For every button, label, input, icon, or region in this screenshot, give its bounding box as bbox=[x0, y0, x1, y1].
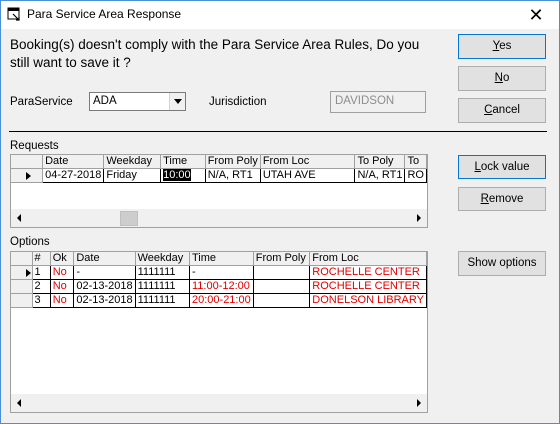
cell-weekday[interactable]: 1111111 bbox=[135, 265, 191, 280]
prompt-message: Booking(s) doesn't comply with the Para … bbox=[10, 37, 420, 70]
cell-time[interactable]: 10:00 bbox=[160, 168, 206, 183]
cell-date[interactable]: 02-13-2018 bbox=[73, 293, 136, 308]
jurisdiction-field: DAVIDSON bbox=[330, 91, 426, 113]
scroll-right-icon[interactable] bbox=[410, 395, 427, 412]
cell-ok[interactable]: No bbox=[50, 265, 75, 280]
cell-number[interactable]: 3 bbox=[32, 293, 51, 308]
no-label: o bbox=[502, 72, 510, 84]
column-header[interactable]: Time bbox=[189, 252, 254, 266]
lock-value-button[interactable]: Lock value bbox=[458, 155, 546, 179]
paraservice-label: ParaService bbox=[10, 96, 73, 108]
cell-weekday[interactable]: Friday bbox=[103, 168, 162, 183]
column-header[interactable]: To bbox=[404, 155, 427, 169]
cell-number[interactable]: 2 bbox=[32, 279, 51, 294]
scroll-right-icon[interactable] bbox=[410, 210, 427, 227]
lock-value-label: ock value bbox=[480, 161, 530, 173]
requests-header-row: Date Weekday Time From Poly From Loc To … bbox=[11, 155, 427, 169]
column-header[interactable]: From Poly bbox=[205, 155, 261, 169]
column-header[interactable]: From Loc bbox=[260, 155, 356, 169]
title-bar: Para Service Area Response ✕ bbox=[1, 1, 559, 29]
column-header[interactable]: # bbox=[32, 252, 51, 266]
requests-label: Requests bbox=[10, 140, 59, 152]
row-header bbox=[11, 293, 33, 308]
cancel-button[interactable]: Cancel bbox=[458, 98, 546, 123]
cell-time[interactable]: 20:00-21:00 bbox=[189, 293, 254, 308]
scroll-left-icon[interactable] bbox=[11, 395, 28, 412]
options-label: Options bbox=[10, 236, 50, 248]
cell-to[interactable]: RO bbox=[404, 168, 427, 183]
remove-button[interactable]: Remove bbox=[458, 187, 546, 211]
table-row[interactable]: 04-27-2018 Friday 10:00 N/A, RT1 UTAH AV… bbox=[11, 168, 427, 183]
column-header[interactable]: Date bbox=[42, 155, 105, 169]
column-header[interactable]: From Poly bbox=[253, 252, 311, 266]
show-options-button[interactable]: Show options bbox=[458, 251, 546, 276]
requests-horizontal-scrollbar[interactable] bbox=[11, 209, 427, 227]
section-divider bbox=[9, 131, 547, 132]
options-grid[interactable]: # Ok Date Weekday Time From Poly From Lo… bbox=[10, 251, 428, 413]
cell-date[interactable]: 02-13-2018 bbox=[73, 279, 136, 294]
options-horizontal-scrollbar[interactable] bbox=[11, 394, 427, 412]
column-header[interactable]: From Loc bbox=[309, 252, 427, 266]
options-corner bbox=[11, 252, 33, 266]
cell-from-loc[interactable]: DONELSON LIBRARY bbox=[309, 293, 427, 308]
window-app-icon bbox=[7, 7, 20, 21]
row-pointer-icon bbox=[11, 265, 33, 280]
table-row[interactable]: 1 No - 1111111 - ROCHELLE CENTER bbox=[11, 265, 427, 280]
cell-from-poly[interactable] bbox=[253, 279, 311, 294]
cell-weekday[interactable]: 1111111 bbox=[135, 293, 191, 308]
cell-time[interactable]: 11:00-12:00 bbox=[189, 279, 254, 294]
requests-table: Date Weekday Time From Poly From Loc To … bbox=[11, 155, 427, 183]
scroll-thumb[interactable] bbox=[120, 211, 138, 226]
cell-from-poly[interactable]: N/A, RT1 bbox=[205, 168, 261, 183]
table-row[interactable]: 3 No 02-13-2018 1111111 20:00-21:00 DONE… bbox=[11, 293, 427, 308]
cell-from-poly[interactable] bbox=[253, 265, 311, 280]
yes-label: es bbox=[499, 40, 512, 52]
close-icon[interactable]: ✕ bbox=[513, 1, 559, 29]
cell-time[interactable]: - bbox=[189, 265, 254, 280]
scroll-left-icon[interactable] bbox=[11, 210, 28, 227]
options-header-row: # Ok Date Weekday Time From Poly From Lo… bbox=[11, 252, 427, 266]
cell-from-loc[interactable]: UTAH AVE bbox=[260, 168, 356, 183]
remove-mnemonic: R bbox=[480, 193, 489, 205]
chevron-down-icon[interactable] bbox=[169, 93, 185, 110]
column-header[interactable]: To Poly bbox=[354, 155, 406, 169]
cell-time-value[interactable]: 10:00 bbox=[163, 169, 191, 181]
cell-ok[interactable]: No bbox=[50, 293, 75, 308]
cell-from-loc[interactable]: ROCHELLE CENTER bbox=[309, 279, 427, 294]
requests-grid[interactable]: Date Weekday Time From Poly From Loc To … bbox=[10, 154, 428, 228]
cell-to-poly[interactable]: N/A, RT1 bbox=[354, 168, 406, 183]
window-title: Para Service Area Response bbox=[27, 7, 182, 21]
requests-corner bbox=[11, 155, 44, 169]
no-button[interactable]: No bbox=[458, 66, 546, 91]
cell-date[interactable]: 04-27-2018 bbox=[42, 168, 105, 183]
cell-weekday[interactable]: 1111111 bbox=[135, 279, 191, 294]
cell-from-poly[interactable] bbox=[253, 293, 311, 308]
cell-ok[interactable]: No bbox=[50, 279, 75, 294]
dialog-window: Para Service Area Response ✕ Booking(s) … bbox=[0, 0, 560, 424]
column-header[interactable]: Ok bbox=[50, 252, 75, 266]
row-pointer-icon bbox=[11, 168, 44, 183]
options-table: # Ok Date Weekday Time From Poly From Lo… bbox=[11, 252, 427, 308]
cell-from-loc[interactable]: ROCHELLE CENTER bbox=[309, 265, 427, 280]
yes-button[interactable]: Yes bbox=[458, 34, 546, 59]
jurisdiction-label: Jurisdiction bbox=[209, 96, 267, 108]
paraservice-value: ADA bbox=[93, 95, 117, 107]
no-mnemonic: N bbox=[494, 72, 503, 84]
column-header[interactable]: Date bbox=[73, 252, 136, 266]
paraservice-select[interactable]: ADA bbox=[89, 92, 186, 111]
remove-label: emove bbox=[488, 193, 524, 205]
row-header bbox=[11, 279, 33, 294]
cell-date[interactable]: - bbox=[73, 265, 136, 280]
column-header[interactable]: Time bbox=[160, 155, 206, 169]
column-header[interactable]: Weekday bbox=[103, 155, 162, 169]
cell-number[interactable]: 1 bbox=[32, 265, 51, 280]
column-header[interactable]: Weekday bbox=[135, 252, 191, 266]
cancel-label: ancel bbox=[492, 104, 520, 116]
table-row[interactable]: 2 No 02-13-2018 1111111 11:00-12:00 ROCH… bbox=[11, 279, 427, 294]
